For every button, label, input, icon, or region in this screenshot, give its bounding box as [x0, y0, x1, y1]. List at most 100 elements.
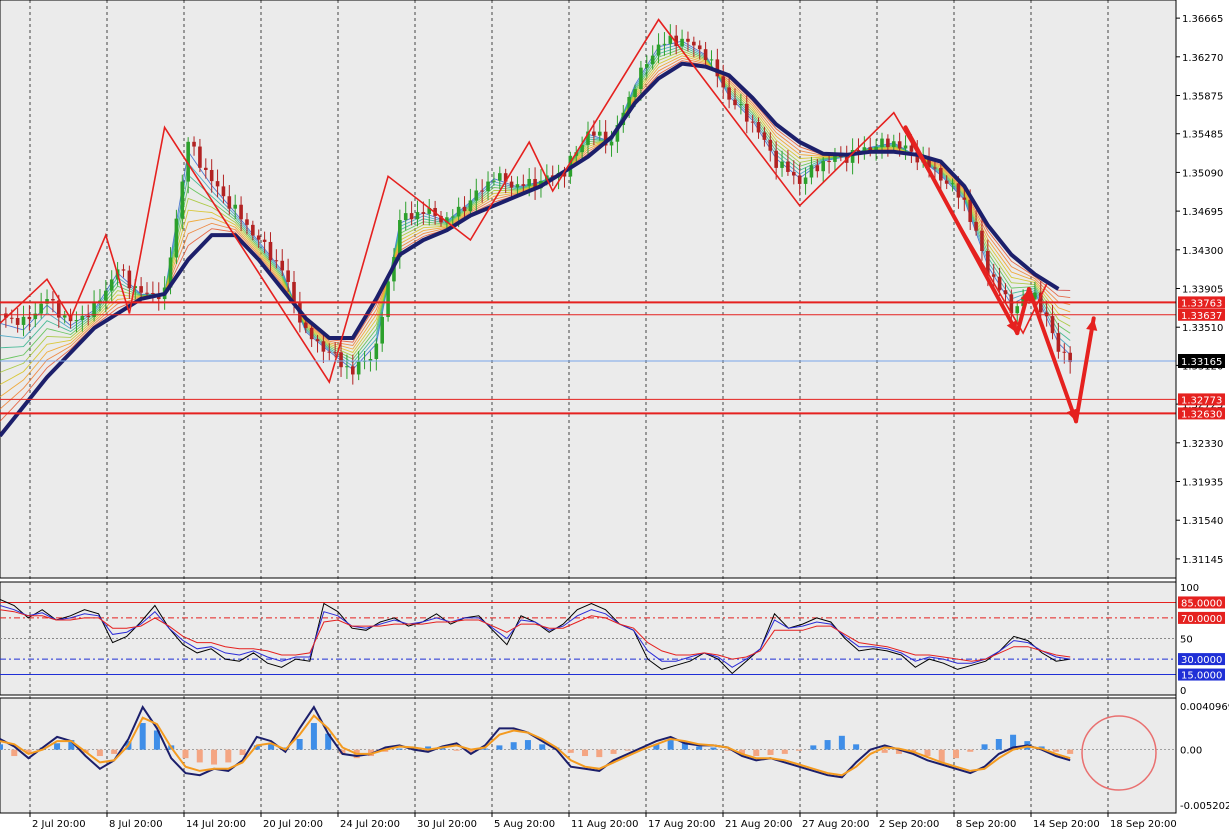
candle-body[interactable] — [792, 171, 796, 176]
candle-body[interactable] — [245, 219, 249, 225]
candle-body[interactable] — [980, 230, 984, 251]
candle-body[interactable] — [315, 339, 320, 342]
candle-body[interactable] — [886, 138, 890, 148]
candle-body[interactable] — [374, 343, 379, 359]
candle-body[interactable] — [939, 168, 943, 181]
candle-body[interactable] — [521, 184, 526, 186]
candle-body[interactable] — [486, 181, 490, 192]
candle-body[interactable] — [715, 59, 720, 77]
candle-body[interactable] — [821, 161, 825, 172]
candle-body[interactable] — [968, 199, 972, 222]
candle-body[interactable] — [697, 45, 702, 50]
candle-body[interactable] — [909, 145, 914, 152]
candle-body[interactable] — [662, 43, 667, 45]
candle-body[interactable] — [1044, 312, 1049, 317]
candle-body[interactable] — [27, 316, 32, 320]
candle-body[interactable] — [950, 183, 955, 185]
candle-body[interactable] — [409, 213, 414, 220]
candle-body[interactable] — [774, 150, 778, 168]
candle-body[interactable] — [786, 161, 790, 172]
candle-body[interactable] — [727, 87, 731, 100]
candle-body[interactable] — [345, 366, 349, 368]
candle-body[interactable] — [997, 276, 1002, 291]
candle-body[interactable] — [127, 270, 132, 289]
candle-body[interactable] — [109, 279, 114, 291]
candle-body[interactable] — [480, 190, 484, 192]
candle-body[interactable] — [880, 138, 884, 147]
candle-body[interactable] — [962, 197, 967, 200]
candle-body[interactable] — [403, 213, 408, 221]
candle-body[interactable] — [380, 316, 384, 344]
candle-body[interactable] — [268, 241, 273, 261]
candle-body[interactable] — [262, 239, 267, 242]
candle-body[interactable] — [768, 139, 773, 151]
candle-body[interactable] — [656, 44, 661, 56]
candle-body[interactable] — [827, 161, 831, 163]
candle-body[interactable] — [356, 361, 361, 375]
candle-body[interactable] — [780, 161, 784, 168]
candle-body[interactable] — [703, 49, 708, 61]
candle-body[interactable] — [215, 181, 220, 187]
candle-body[interactable] — [803, 177, 808, 184]
candle-body[interactable] — [468, 200, 473, 212]
candle-body[interactable] — [209, 169, 214, 182]
candle-body[interactable] — [739, 103, 743, 106]
candle-body[interactable] — [733, 99, 737, 106]
candle-body[interactable] — [15, 317, 20, 325]
candle-body[interactable] — [762, 132, 767, 140]
candle-body[interactable] — [686, 38, 690, 42]
candle-body[interactable] — [1062, 351, 1067, 353]
candle-body[interactable] — [39, 303, 43, 314]
candle-body[interactable] — [333, 352, 337, 354]
candle-body[interactable] — [903, 145, 908, 149]
candle-body[interactable] — [321, 341, 326, 352]
candle-body[interactable] — [756, 122, 761, 133]
candle-body[interactable] — [104, 290, 108, 301]
candle-body[interactable] — [139, 286, 143, 293]
candle-body[interactable] — [327, 351, 332, 353]
candle-body[interactable] — [597, 131, 602, 136]
candle-body[interactable] — [280, 260, 285, 271]
candle-body[interactable] — [339, 352, 343, 368]
candle-body[interactable] — [492, 180, 496, 182]
candle-body[interactable] — [809, 165, 814, 178]
candle-body[interactable] — [198, 146, 202, 168]
candle-body[interactable] — [421, 212, 426, 214]
candle-body[interactable] — [639, 67, 643, 90]
candle-body[interactable] — [274, 260, 279, 262]
candle-body[interactable] — [256, 235, 261, 240]
candle-body[interactable] — [386, 281, 390, 317]
candle-body[interactable] — [174, 218, 179, 258]
candle-body[interactable] — [180, 181, 185, 219]
candle-body[interactable] — [1015, 306, 1020, 314]
candle-body[interactable] — [51, 299, 55, 301]
candle-body[interactable] — [891, 141, 896, 148]
candle-body[interactable] — [721, 76, 726, 88]
candle-body[interactable] — [80, 315, 85, 321]
candle-body[interactable] — [151, 292, 155, 295]
candle-body[interactable] — [815, 165, 820, 172]
candle-body[interactable] — [592, 131, 596, 136]
candle-body[interactable] — [1003, 290, 1008, 295]
candle-body[interactable] — [833, 156, 837, 162]
candle-body[interactable] — [897, 141, 902, 149]
candle-body[interactable] — [86, 315, 90, 317]
candle-body[interactable] — [292, 281, 296, 302]
candle-body[interactable] — [797, 175, 802, 184]
trading-chart[interactable]: 2 Jul 20:00 8 Jul 20:00 14 Jul 20:00 20 Jul… — [0, 0, 1229, 830]
candle-body[interactable] — [933, 167, 937, 169]
candle-body[interactable] — [145, 292, 149, 294]
candle-body[interactable] — [450, 216, 455, 218]
candle-body[interactable] — [239, 204, 243, 220]
candle-body[interactable] — [509, 181, 514, 188]
candle-body[interactable] — [991, 274, 996, 277]
candle-body[interactable] — [221, 186, 226, 197]
candle-body[interactable] — [415, 212, 420, 220]
candle-body[interactable] — [744, 103, 749, 122]
candle-body[interactable] — [944, 180, 949, 184]
candle-body[interactable] — [956, 183, 961, 198]
candle-body[interactable] — [1056, 333, 1061, 352]
candle-body[interactable] — [286, 270, 290, 282]
candle-body[interactable] — [74, 320, 79, 322]
candle-body[interactable] — [462, 206, 467, 212]
